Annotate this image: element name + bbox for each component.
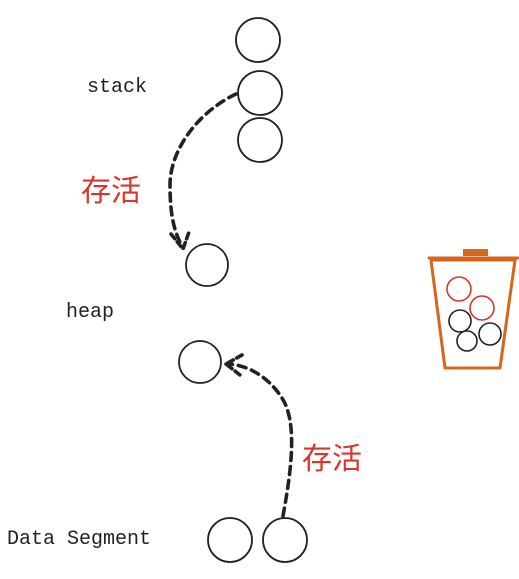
heap-label: heap xyxy=(66,301,114,324)
stack-label: stack xyxy=(87,76,147,99)
trash-ball-red-1 xyxy=(446,276,472,302)
memory-gc-diagram: stack heap Data Segment 存活 存活 xyxy=(7,17,519,563)
trash-ball-black-2 xyxy=(478,322,502,346)
arrow-stack-to-heap-path xyxy=(168,92,238,250)
trash-bin-icon xyxy=(427,249,519,370)
trash-ball-red-2 xyxy=(469,295,495,321)
alive-label-top: 存活 xyxy=(81,174,141,209)
data-segment-objects xyxy=(207,517,308,563)
trash-bin-handle xyxy=(463,249,488,256)
stack-objects xyxy=(235,17,283,163)
heap-object-lower xyxy=(178,340,222,384)
data-segment-label: Data Segment xyxy=(7,528,151,551)
reference-arrow-data-to-heap xyxy=(224,353,294,518)
trash-ball-black-3 xyxy=(456,330,478,352)
heap-objects xyxy=(178,243,229,384)
reference-arrow-stack-to-heap xyxy=(168,92,238,251)
stack-object-1 xyxy=(235,17,281,63)
heap-object-upper xyxy=(185,243,229,287)
data-segment-object-1 xyxy=(207,517,253,563)
stack-object-3 xyxy=(237,117,283,163)
data-segment-object-2 xyxy=(262,517,308,563)
alive-label-bottom: 存活 xyxy=(302,442,362,477)
arrow-data-to-heap-path xyxy=(224,362,294,518)
stack-object-2 xyxy=(237,70,283,116)
trash-ball-black-1 xyxy=(448,309,472,333)
